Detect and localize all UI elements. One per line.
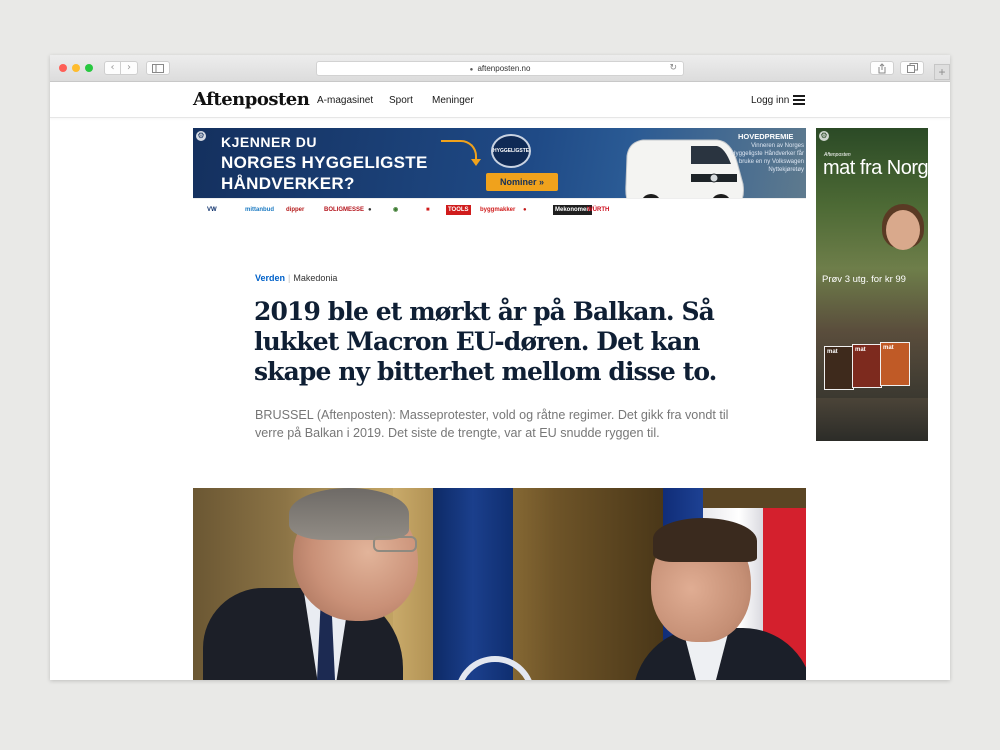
nato-flag [433,488,513,680]
article-lead: BRUSSEL (Aftenposten): Masseprotester, v… [255,408,729,440]
glasses [373,536,417,552]
site-header: Aftenposten A-magasinet Sport Meninger L… [50,82,950,118]
ad-headline-line1: KJENNER DU [221,134,318,150]
tab-overview-button[interactable] [900,61,924,75]
site-logo[interactable]: Aftenposten [193,89,310,110]
nav-link-sport[interactable]: Sport [389,95,413,106]
person-right-hair [653,518,757,562]
ad-prize-text: Vinneren av Norges Hyggeligste Håndverke… [731,143,804,173]
tabs-icon [906,63,918,73]
ad-settings-icon[interactable]: ⚙ [819,131,829,141]
back-button[interactable]: ‹ [104,61,121,75]
reload-icon[interactable]: ↻ [669,62,677,75]
new-tab-button[interactable]: + [934,64,950,80]
banner-ad[interactable]: ⚙ KJENNER DU NORGES HYGGELIGSTE HÅNDVERK… [193,128,806,221]
magazine-cover-label: mat [827,349,838,355]
close-window-button[interactable] [59,64,67,72]
sponsor-logo: ◉ [393,207,399,213]
magazine-cover-label: mat [883,345,894,351]
browser-window: ‹ › ● aftenposten.no ↻ + Aftenposten A-m… [50,55,950,680]
side-ad-offer: Prøv 3 utg. for kr 99 [822,274,906,285]
article-kicker: Verden | Makedonia [255,273,337,283]
section-link[interactable]: Verden [255,273,285,283]
magazine-cover: mat [880,342,910,386]
sponsor-logo: ● [523,207,527,213]
ad-award-badge: HYGGELIGSTE [491,134,531,168]
maximize-window-button[interactable] [85,64,93,72]
address-bar[interactable]: ● aftenposten.no ↻ [316,61,684,76]
sponsor-logo: WÜRTH [587,207,610,213]
person-left-hair [289,488,409,540]
person-face-image [886,210,920,250]
sponsor-logo: mittanbud [245,207,274,213]
share-button[interactable] [870,61,894,75]
sponsor-logo: VW [207,207,217,213]
sponsor-logo: ● [368,207,372,213]
table-image [816,398,928,441]
ad-settings-icon[interactable]: ⚙ [196,131,206,141]
sponsor-logo: dipper [286,207,305,213]
sponsor-logo: ■ [426,207,430,213]
article-hero-image [193,488,806,680]
arrow-icon [441,140,481,166]
ad-headline-line3: HÅNDVERKER? [221,174,355,193]
topic-link[interactable]: Makedonia [293,273,337,283]
nav-link-a-magasinet[interactable]: A-magasinet [317,95,373,106]
article-headline: 2019 ble et mørkt år på Balkan. Så lukke… [254,297,717,386]
sponsor-logo: BOLIGMESSE [324,207,365,213]
nominate-button[interactable]: Nominer » [486,173,558,191]
sponsor-logo: TOOLS [446,205,471,215]
browser-toolbar: ‹ › ● aftenposten.no ↻ + [50,55,950,82]
magazine-cover: mat [852,344,882,388]
side-ad[interactable]: ⚙ Aftenposten mat fra Norge Prøv 3 utg. … [816,128,928,441]
ad-headline-line2: NORGES HYGGELIGSTE [221,153,428,172]
ad-sponsor-strip: VW mittanbud dipper BOLIGMESSE ● ◉ ■ TOO… [193,198,806,221]
share-icon [878,63,886,74]
kicker-divider: | [288,273,291,283]
minimize-window-button[interactable] [72,64,80,72]
side-ad-title: mat fra Norge [823,157,928,179]
sidebar-toggle-button[interactable] [146,61,170,75]
sponsor-logo: byggmakker [480,207,516,213]
hamburger-menu-icon[interactable] [793,95,805,105]
forward-button[interactable]: › [121,61,138,75]
banner-ad-hero: ⚙ KJENNER DU NORGES HYGGELIGSTE HÅNDVERK… [193,128,806,219]
ad-prize-title: HOVEDPREMIE [738,132,794,141]
lock-icon: ● [469,67,474,73]
magazine-cover-label: mat [855,347,866,353]
magazine-cover: mat [824,346,854,390]
login-link[interactable]: Logg inn [751,95,789,106]
sidebar-icon [152,64,164,73]
nav-link-meninger[interactable]: Meninger [432,95,474,106]
url-text: aftenposten.no [477,64,531,73]
